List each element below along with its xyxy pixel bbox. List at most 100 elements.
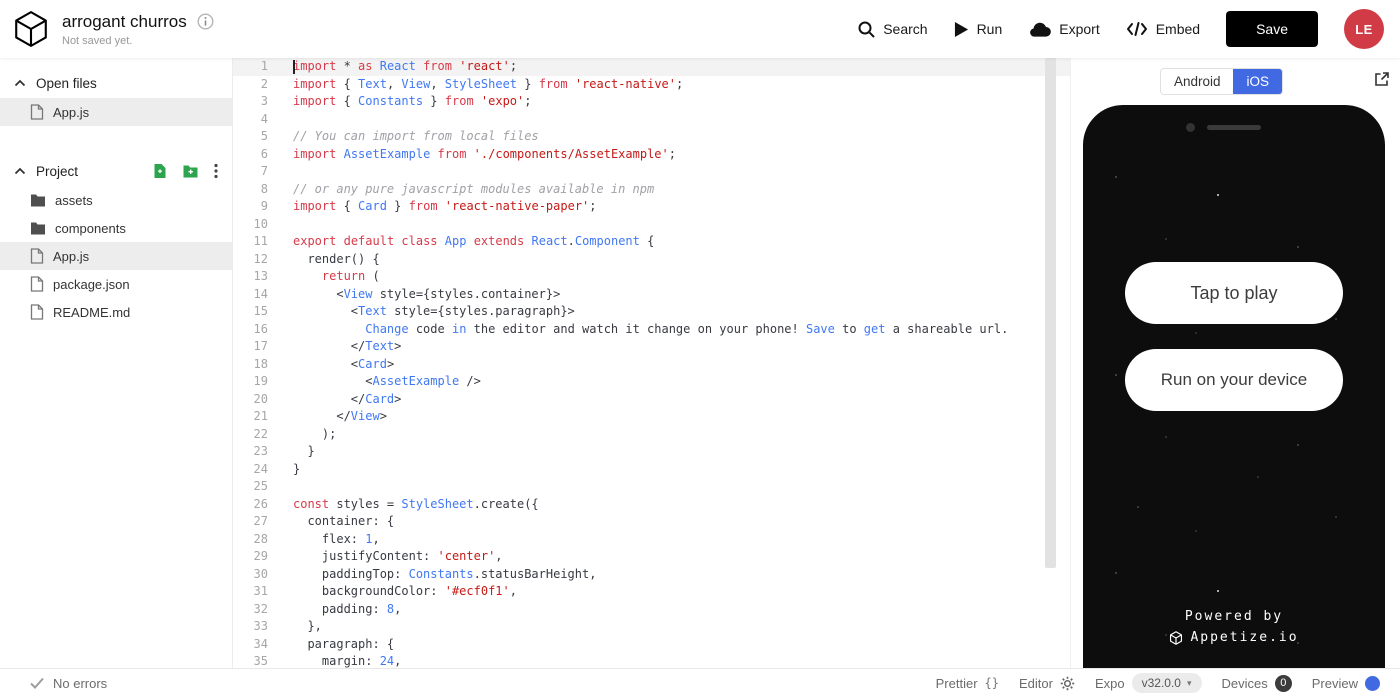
code-line[interactable]: 16 Change code in the editor and watch i… [233, 321, 1070, 339]
new-file-icon[interactable] [153, 163, 167, 179]
code-line[interactable]: 1import * as React from 'react'; [233, 58, 1070, 76]
code-line[interactable]: 33 }, [233, 618, 1070, 636]
code-line[interactable]: 35 margin: 24, [233, 653, 1070, 668]
code-line[interactable]: 32 padding: 8, [233, 601, 1070, 619]
embed-button[interactable]: Embed [1126, 21, 1200, 37]
line-number: 29 [233, 548, 268, 566]
line-number: 3 [233, 93, 268, 111]
folder-assets[interactable]: assets [0, 186, 232, 214]
tap-to-play-button[interactable]: Tap to play [1125, 262, 1343, 324]
folder-label: assets [55, 193, 93, 208]
code-line[interactable]: 20 </Card> [233, 391, 1070, 409]
file-packagejson[interactable]: package.json [0, 270, 232, 298]
preview-toggle[interactable]: Preview [1312, 676, 1380, 691]
appetize-label: Appetize.io [1190, 630, 1298, 645]
file-appjs[interactable]: App.js [0, 242, 232, 270]
code-line[interactable]: 23 } [233, 443, 1070, 461]
code-line[interactable]: 15 <Text style={styles.paragraph}> [233, 303, 1070, 321]
code-line[interactable]: 9import { Card } from 'react-native-pape… [233, 198, 1070, 216]
project-section[interactable]: Project [0, 156, 232, 186]
line-number: 4 [233, 111, 268, 129]
code-line[interactable]: 18 <Card> [233, 356, 1070, 374]
avatar[interactable]: LE [1344, 9, 1384, 49]
powered-by-label: Powered by [1096, 609, 1372, 624]
save-button[interactable]: Save [1226, 11, 1318, 47]
code-line[interactable]: 22 ); [233, 426, 1070, 444]
editor-label: Editor [1019, 676, 1053, 691]
code-line[interactable]: 5// You can import from local files [233, 128, 1070, 146]
code-line[interactable]: 8// or any pure javascript modules avail… [233, 181, 1070, 199]
file-label: App.js [53, 105, 89, 120]
run-label: Run [977, 21, 1003, 37]
run-on-device-button[interactable]: Run on your device [1125, 349, 1343, 411]
code-line[interactable]: 14 <View style={styles.container}> [233, 286, 1070, 304]
export-label: Export [1059, 21, 1099, 37]
line-number: 30 [233, 566, 268, 584]
code-line[interactable]: 17 </Text> [233, 338, 1070, 356]
version-dropdown[interactable]: v32.0.0 ▾ [1132, 673, 1202, 693]
expo-logo-icon[interactable] [10, 8, 52, 50]
code-line[interactable]: 34 paragraph: { [233, 636, 1070, 654]
new-folder-icon[interactable] [182, 164, 199, 178]
text-cursor [293, 60, 295, 74]
editor-settings-button[interactable]: Editor [1019, 676, 1075, 691]
file-icon [30, 304, 44, 320]
preview-label: Preview [1312, 676, 1358, 691]
open-files-section[interactable]: Open files [0, 68, 232, 98]
prettier-button[interactable]: Prettier {} [936, 676, 999, 691]
tab-android[interactable]: Android [1161, 69, 1234, 94]
tab-ios[interactable]: iOS [1233, 69, 1282, 94]
phone-speaker [1207, 125, 1261, 130]
info-icon[interactable] [197, 13, 214, 30]
code-line[interactable]: 7 [233, 163, 1070, 181]
line-number: 7 [233, 163, 268, 181]
line-number: 10 [233, 216, 268, 234]
code-line[interactable]: 24} [233, 461, 1070, 479]
code-line[interactable]: 30 paddingTop: Constants.statusBarHeight… [233, 566, 1070, 584]
error-status: No errors [30, 676, 107, 691]
code-line[interactable]: 31 backgroundColor: '#ecf0f1', [233, 583, 1070, 601]
code-line[interactable]: 2import { Text, View, StyleSheet } from … [233, 76, 1070, 94]
line-number: 31 [233, 583, 268, 601]
code-line[interactable]: 4 [233, 111, 1070, 129]
code-line[interactable]: 6import AssetExample from './components/… [233, 146, 1070, 164]
code-line[interactable]: 11export default class App extends React… [233, 233, 1070, 251]
folder-components[interactable]: components [0, 214, 232, 242]
open-in-new-window-icon[interactable] [1374, 71, 1390, 92]
editor-scrollbar[interactable] [1045, 58, 1056, 568]
code-line[interactable]: 3import { Constants } from 'expo'; [233, 93, 1070, 111]
file-readme[interactable]: README.md [0, 298, 232, 326]
line-number: 18 [233, 356, 268, 374]
code-line[interactable]: 29 justifyContent: 'center', [233, 548, 1070, 566]
embed-label: Embed [1156, 21, 1200, 37]
code-line[interactable]: 10 [233, 216, 1070, 234]
braces-icon: {} [985, 676, 999, 690]
code-line[interactable]: 25 [233, 478, 1070, 496]
code-line[interactable]: 26const styles = StyleSheet.create({ [233, 496, 1070, 514]
open-file-appjs[interactable]: App.js [0, 98, 232, 126]
file-label: App.js [53, 249, 89, 264]
code-line[interactable]: 21 </View> [233, 408, 1070, 426]
file-label: package.json [53, 277, 130, 292]
line-number: 13 [233, 268, 268, 286]
more-options-icon[interactable] [214, 163, 218, 179]
devices-label: Devices [1222, 676, 1268, 691]
code-line[interactable]: 13 return ( [233, 268, 1070, 286]
code-line[interactable]: 28 flex: 1, [233, 531, 1070, 549]
search-button[interactable]: Search [857, 20, 927, 38]
export-button[interactable]: Export [1028, 21, 1099, 38]
appetize-cube-icon [1169, 631, 1183, 645]
folder-icon [30, 221, 46, 235]
code-editor[interactable]: 1import * as React from 'react';2import … [233, 58, 1070, 668]
code-line[interactable]: 12 render() { [233, 251, 1070, 269]
devices-button[interactable]: Devices 0 [1222, 675, 1292, 692]
code-line[interactable]: 19 <AssetExample /> [233, 373, 1070, 391]
search-label: Search [883, 21, 927, 37]
run-button[interactable]: Run [954, 21, 1003, 38]
project-title[interactable]: arrogant churros [62, 12, 187, 32]
preview-toggle-dot[interactable] [1365, 676, 1380, 691]
code-line[interactable]: 27 container: { [233, 513, 1070, 531]
expo-version-control[interactable]: Expo v32.0.0 ▾ [1095, 673, 1202, 693]
gear-icon [1060, 676, 1075, 691]
title-block: arrogant churros Not saved yet. [62, 12, 214, 47]
